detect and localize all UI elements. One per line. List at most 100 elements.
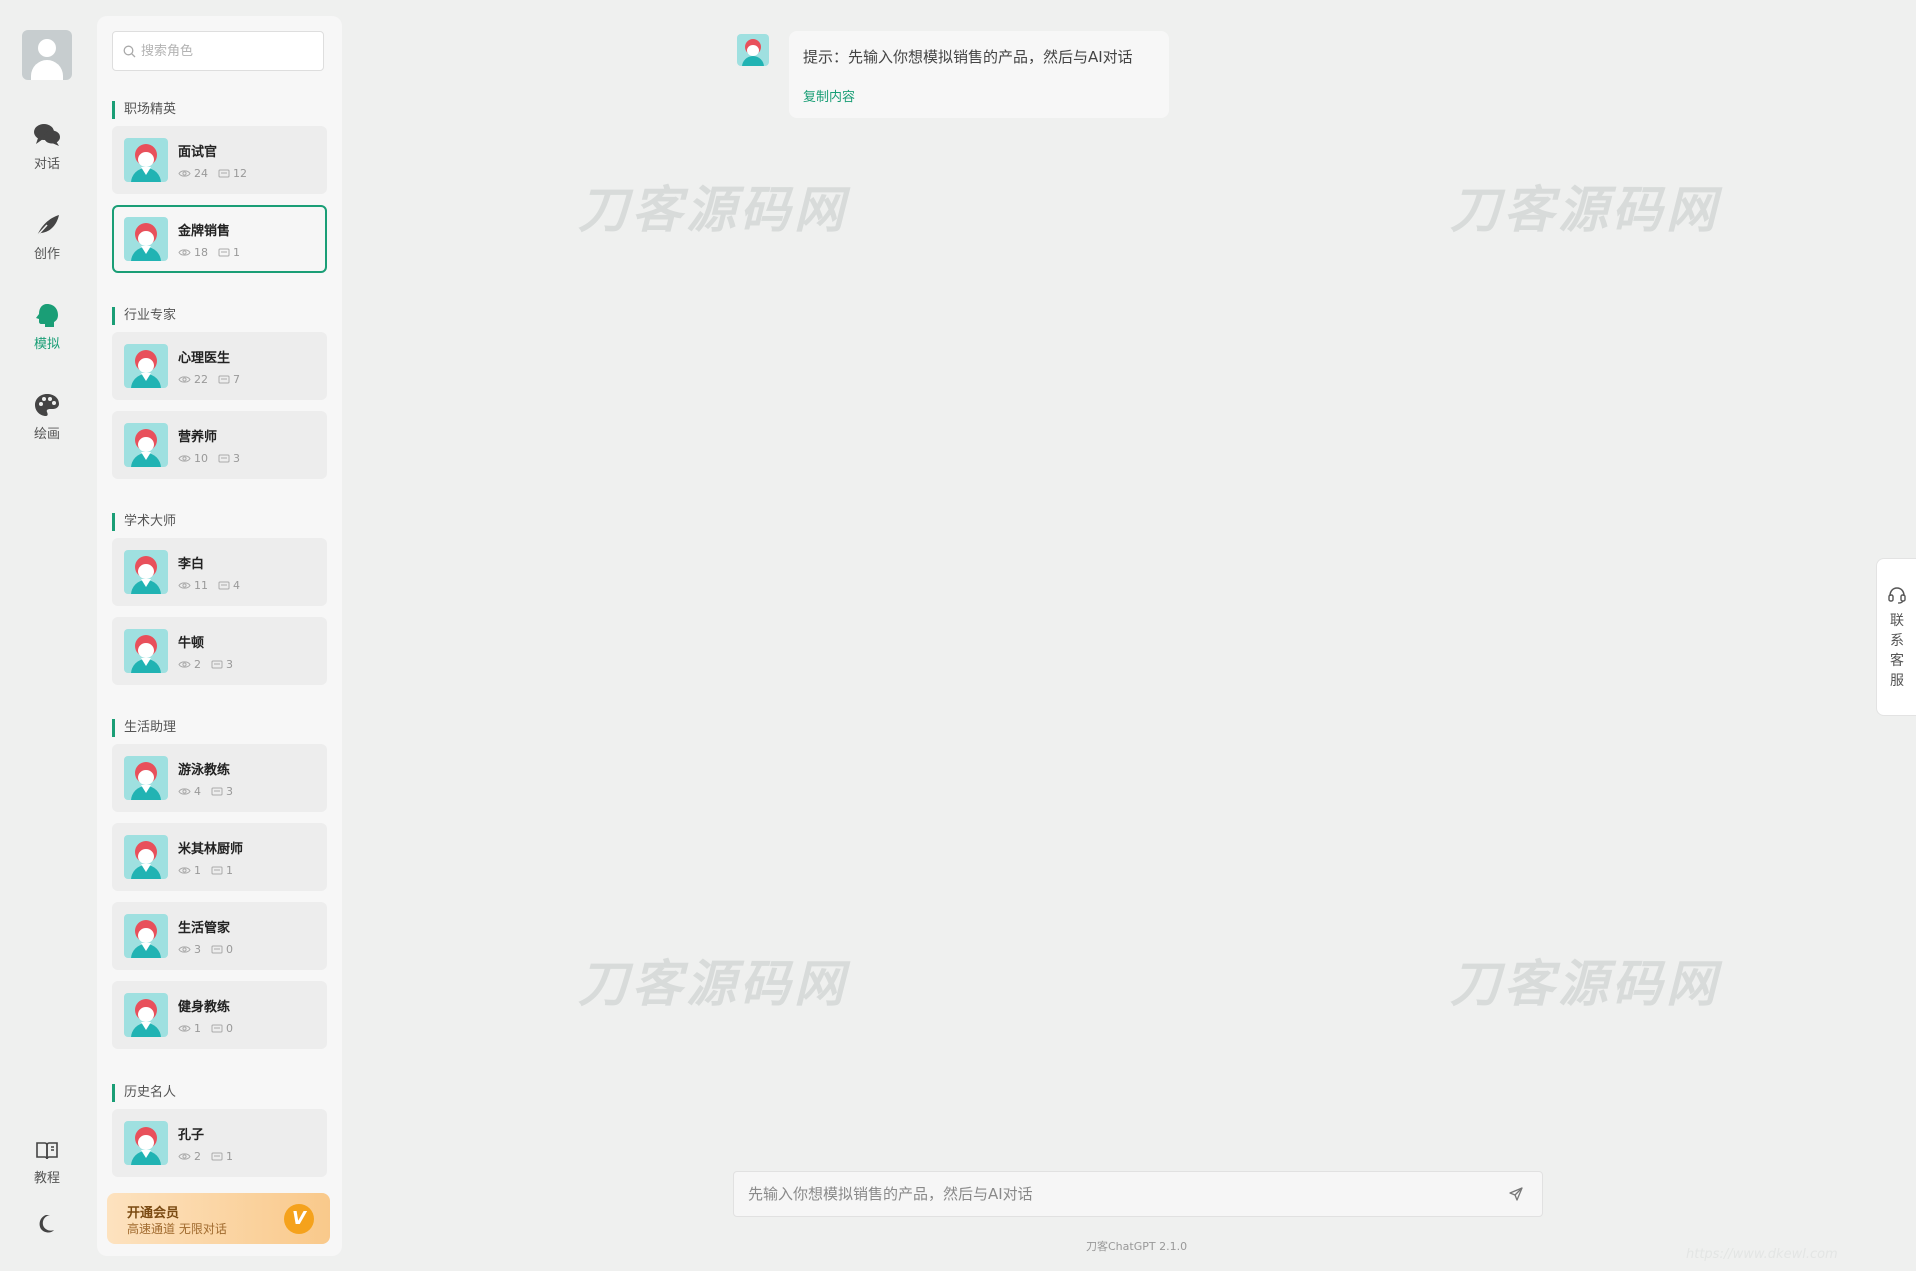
role-name: 米其林厨师	[178, 842, 244, 857]
message-icon	[211, 866, 223, 874]
role-views: 4	[194, 785, 201, 798]
role-stats: 24 12	[178, 167, 257, 180]
nav-item-chat[interactable]: 对话	[0, 122, 94, 172]
vip-title: 开通会员	[127, 1206, 180, 1221]
role-panel: 职场精英面试官2412金牌销售181行业专家心理医生227营养师103学术大师李…	[97, 16, 342, 1256]
role-stats: 21	[178, 1150, 243, 1163]
section-heading: 历史名人	[112, 1084, 176, 1102]
role-avatar	[124, 423, 168, 467]
role-avatar	[124, 550, 168, 594]
role-chats: 3	[226, 658, 233, 671]
role-name: 牛顿	[178, 636, 205, 651]
message-icon	[211, 787, 223, 795]
role-card[interactable]: 健身教练 1 0	[112, 981, 327, 1049]
role-card[interactable]: 生活管家 3 0	[112, 902, 327, 970]
role-search[interactable]	[112, 31, 324, 71]
role-chats: 3	[226, 785, 233, 798]
watermark: 刀客源码网	[578, 181, 848, 239]
role-card[interactable]: 游泳教练 4 3	[112, 744, 327, 812]
role-avatar	[124, 756, 168, 800]
message-icon	[218, 169, 230, 177]
vip-badge-icon: V	[284, 1204, 314, 1234]
nav-label-chat: 对话	[33, 157, 60, 172]
eye-icon	[178, 867, 191, 874]
eye-icon	[178, 661, 191, 668]
role-card[interactable]: 牛顿 2 3	[112, 617, 327, 685]
message-icon	[218, 375, 230, 383]
role-avatar	[124, 344, 168, 388]
role-views: 18	[194, 246, 208, 259]
eye-icon	[178, 788, 191, 795]
user-avatar[interactable]	[22, 30, 72, 80]
role-chats: 0	[226, 1022, 233, 1035]
role-name: 面试官	[178, 145, 218, 160]
role-views: 24	[194, 167, 208, 180]
role-card[interactable]: 米其林厨师 1 1	[112, 823, 327, 891]
section-heading: 生活助理	[112, 719, 176, 737]
eye-icon	[178, 946, 191, 953]
role-chats: 7	[233, 373, 240, 386]
eye-icon	[178, 249, 191, 256]
role-stats: 43	[178, 785, 243, 798]
role-views: 3	[194, 943, 201, 956]
role-card[interactable]: 心理医生 22 7	[112, 332, 327, 400]
role-stats: 18 1	[178, 246, 250, 259]
faint-url-watermark: https://www.dkewl.com	[1686, 1247, 1838, 1262]
message-icon	[218, 581, 230, 589]
section-heading: 行业专家	[112, 307, 176, 325]
message-icon	[211, 945, 223, 953]
watermark: 刀客源码网	[1450, 181, 1720, 239]
role-stats: 10	[178, 1022, 243, 1035]
watermark: 刀客源码网	[578, 955, 848, 1013]
role-name: 李白	[178, 557, 205, 572]
headset-icon	[1888, 587, 1906, 604]
vip-banner[interactable]: 开通会员 高速通道 无限对话 V	[107, 1193, 330, 1244]
role-stats: 10 3	[178, 452, 250, 465]
section-heading: 职场精英	[112, 101, 176, 119]
role-stats: 23	[178, 658, 243, 671]
head-icon	[36, 304, 58, 327]
section-heading: 学术大师	[112, 513, 176, 531]
role-chats: 0	[226, 943, 233, 956]
bot-avatar	[737, 34, 769, 66]
send-icon[interactable]	[1508, 1186, 1524, 1202]
vip-subtitle: 高速通道 无限对话	[127, 1222, 227, 1236]
role-avatar	[124, 138, 168, 182]
role-card[interactable]: 面试官 24 12	[112, 126, 327, 194]
role-name: 营养师	[178, 430, 218, 445]
nav-item-create[interactable]: 创作	[0, 212, 94, 262]
role-avatar	[124, 629, 168, 673]
role-avatar	[124, 914, 168, 958]
role-views: 11	[194, 579, 208, 592]
role-stats: 22 7	[178, 373, 250, 386]
role-card[interactable]: 营养师 10 3	[112, 411, 327, 479]
role-chats: 3	[233, 452, 240, 465]
chat-icon	[34, 124, 60, 146]
eye-icon	[178, 582, 191, 589]
nav-item-simulate[interactable]: 模拟	[0, 302, 94, 352]
chat-message: 提示：先输入你想模拟销售的产品，然后与AI对话	[803, 48, 1133, 66]
copy-content-link[interactable]: 复制内容	[803, 86, 855, 105]
palette-icon	[35, 394, 59, 416]
role-name: 健身教练	[178, 1000, 231, 1015]
message-input[interactable]	[748, 1172, 1488, 1216]
role-search-input[interactable]	[141, 32, 319, 70]
eye-icon	[178, 1153, 191, 1160]
message-icon	[211, 1152, 223, 1160]
role-card[interactable]: 孔子 2 1	[112, 1109, 327, 1177]
nav-item-draw[interactable]: 绘画	[0, 392, 94, 442]
nav-item-tutorial[interactable]: 教程	[0, 1140, 94, 1186]
role-stats: 11	[178, 864, 243, 877]
theme-toggle[interactable]	[0, 1212, 94, 1234]
eye-icon	[178, 1025, 191, 1032]
nav-rail: 对话 创作 模拟 绘画 教程	[0, 0, 94, 1271]
role-views: 1	[194, 1022, 201, 1035]
contact-service-tab[interactable]: 联系客服	[1876, 558, 1916, 716]
role-card[interactable]: 金牌销售 18 1	[112, 205, 327, 273]
role-card[interactable]: 李白 11 4	[112, 538, 327, 606]
role-name: 游泳教练	[178, 763, 231, 778]
message-icon	[211, 660, 223, 668]
moon-icon	[39, 1215, 54, 1233]
role-views: 2	[194, 658, 201, 671]
role-name: 金牌销售	[178, 224, 231, 239]
